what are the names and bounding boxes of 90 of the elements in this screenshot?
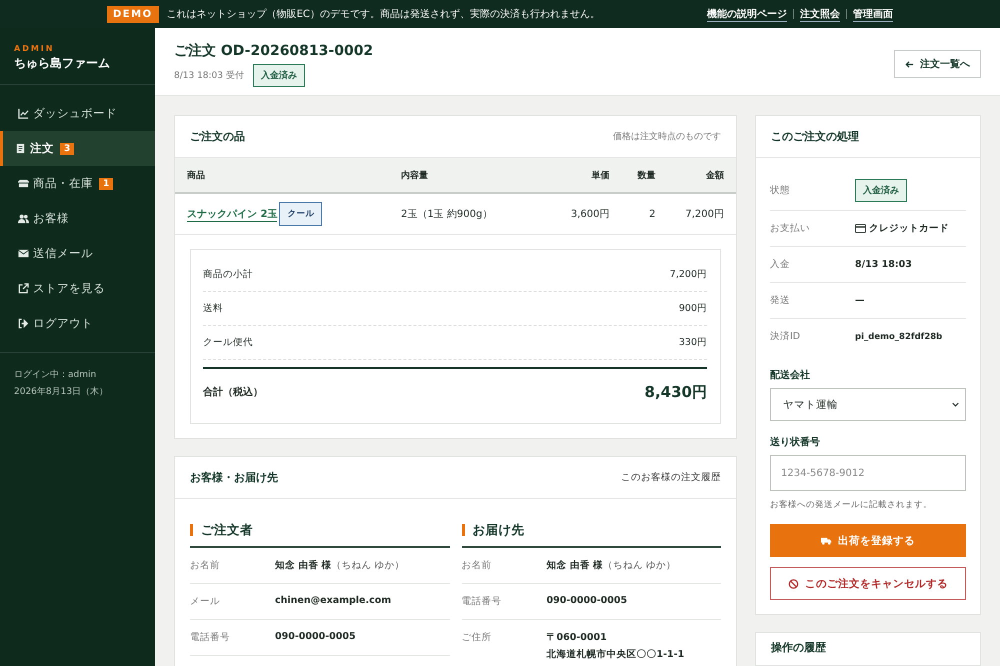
field-value: chinen@example.com	[275, 595, 392, 606]
sidebar-item[interactable]: 商品・在庫 1	[0, 166, 155, 201]
document-icon	[15, 143, 26, 154]
section-heading: お届け先	[472, 522, 524, 538]
external-link-icon	[18, 283, 29, 294]
login-info: ログイン中：admin	[14, 368, 98, 382]
field-label: 状態	[770, 184, 791, 196]
field-label: 入金	[770, 258, 791, 271]
status-badge: 入金済み	[855, 178, 907, 202]
logout-icon	[18, 318, 29, 329]
field-label: お名前	[462, 559, 492, 572]
field-label: お支払い	[770, 222, 811, 235]
box-icon	[18, 178, 29, 189]
login-info: 2026年8月13日（木）	[14, 386, 110, 399]
brand-label: ADMIN	[14, 44, 56, 53]
demo-badge: DEMO	[107, 6, 159, 22]
price-note: 価格は注文時点のものです	[613, 130, 721, 143]
field-value: 〒060-0001	[546, 631, 608, 644]
card-title: 操作の履歴	[771, 640, 826, 655]
received-time: 8/13 18:03 受付	[174, 70, 244, 82]
tracking-number-field[interactable]: 1234-5678-9012	[770, 455, 966, 491]
sidebar-item[interactable]: 注文 3	[0, 131, 155, 166]
top-link[interactable]: 管理画面	[853, 6, 893, 22]
brand-name: ちゅら島ファーム	[14, 55, 111, 72]
total-value: 8,430円	[644, 382, 707, 402]
field-value: 090-0000-0005	[275, 631, 356, 642]
sidebar-item[interactable]: お客様	[0, 201, 155, 236]
summary-value: 7,200円	[670, 268, 707, 281]
section-heading: ご注文者	[201, 522, 253, 538]
arrow-left-icon	[905, 60, 914, 68]
table-cell: 2玉（1玉 約900g）	[389, 193, 553, 234]
product-link[interactable]: スナックパイン 2玉	[187, 206, 278, 222]
back-button[interactable]: 注文一覧へ	[894, 50, 981, 78]
chart-icon	[18, 108, 29, 119]
total-label: 合計（税込）	[203, 386, 263, 399]
credit-card-icon	[855, 224, 866, 233]
column-header: 内容量	[389, 158, 553, 193]
count-badge: 3	[60, 142, 74, 154]
table-cell: 3,600円	[553, 193, 622, 234]
order-history-link[interactable]: このお客様の注文履歴	[621, 471, 721, 484]
summary-label: 送料	[203, 302, 223, 315]
page-title: ご注文 OD-20260813-0002	[174, 42, 374, 60]
top-link[interactable]: 注文照会	[800, 6, 840, 22]
field-label: お名前	[190, 559, 221, 572]
summary-label: クール便代	[203, 336, 253, 349]
field-label: 決済ID	[770, 330, 802, 343]
field-value: 北海道札幌市中央区〇〇1-1-1	[546, 648, 684, 661]
card-title: お客様・お届け先	[190, 470, 278, 485]
field-label: 送り状番号	[770, 436, 821, 449]
status-badge: 入金済み	[252, 64, 305, 87]
cancel-order-button[interactable]: このご注文をキャンセルする	[770, 567, 966, 600]
column-header: 単価	[553, 158, 622, 193]
table-cell: 7,200円	[667, 193, 736, 234]
sidebar-item[interactable]: ダッシュボード	[0, 96, 155, 131]
carrier-select[interactable]: ヤマト運輸	[770, 388, 966, 421]
sidebar-item[interactable]: ストアを見る	[0, 271, 155, 306]
field-value: 知念 由香 様（ちねん ゆか）	[275, 559, 405, 572]
top-link[interactable]: 機能の説明ページ	[707, 6, 787, 22]
demo-message: これはネットショップ（物販EC）のデモです。商品は発送されず、実際の決済も行われません。	[166, 8, 601, 21]
count-badge: 1	[99, 178, 114, 190]
column-header: 商品	[175, 158, 389, 193]
table-cell: 2	[622, 193, 668, 234]
summary-value: 330円	[678, 336, 707, 349]
card-title: ご注文の品	[190, 129, 245, 144]
field-value: クレジットカード	[869, 222, 949, 235]
card-title: このご注文の処理	[771, 129, 859, 144]
sidebar-item[interactable]: ログアウト	[0, 306, 155, 341]
field-label: 配送会社	[770, 368, 811, 382]
field-label: 電話番号	[190, 631, 231, 644]
mail-icon	[18, 248, 29, 259]
users-icon	[18, 213, 29, 224]
field-value: pi_demo_82fdf28b	[855, 332, 942, 342]
field-label: ご住所	[462, 631, 492, 645]
field-label: メール	[190, 595, 221, 608]
summary-label: 商品の小計	[203, 268, 253, 281]
column-header: 金額	[667, 158, 736, 193]
summary-value: 900円	[678, 302, 707, 315]
prohibited-icon	[788, 578, 799, 588]
field-value: —	[855, 295, 864, 306]
field-value: 8/13 18:03	[855, 259, 912, 270]
hint-text: お客様への発送メールに記載されます。	[770, 499, 933, 511]
sidebar-item[interactable]: 送信メール	[0, 236, 155, 271]
field-label: 電話番号	[462, 595, 502, 608]
cool-tag: クール	[279, 202, 322, 226]
field-value: 090-0000-0005	[546, 595, 628, 606]
chevron-down-icon	[952, 402, 959, 407]
field-value: 知念 由香 様（ちねん ゆか）	[546, 559, 676, 572]
field-label: 発送	[770, 294, 791, 307]
truck-icon	[821, 536, 832, 546]
column-header: 数量	[622, 158, 668, 193]
